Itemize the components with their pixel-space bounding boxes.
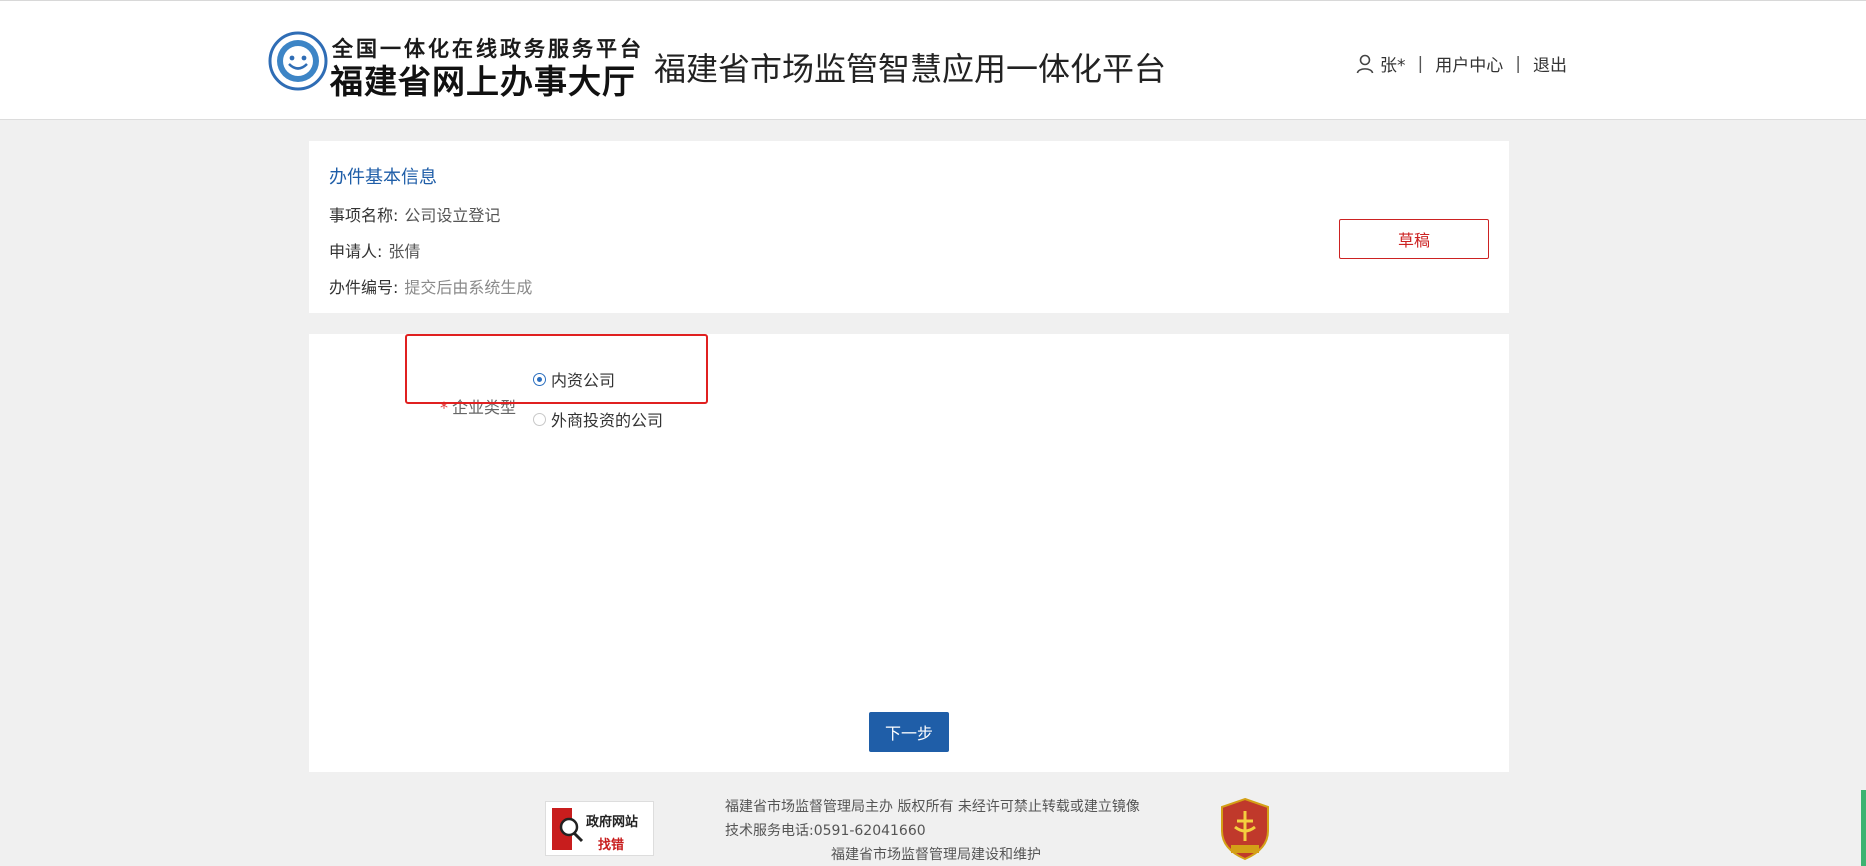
radio-domestic-label[interactable]: 内资公司 xyxy=(551,367,615,391)
enterprise-type-label-text: 企业类型 xyxy=(452,398,517,417)
logout-link[interactable]: 退出 xyxy=(1533,51,1567,76)
case-number-label: 办件编号: xyxy=(329,278,399,297)
badge-text-find-error: 找错 xyxy=(598,838,625,853)
case-info-card: 办件基本信息 事项名称: 公司设立登记 申请人: 张倩 办件编号: 提交后由系统生成 … xyxy=(309,141,1509,313)
footer-service-phone: 技术服务电话:0591-62041660 xyxy=(725,823,926,839)
scrollbar-accent[interactable] xyxy=(1861,790,1866,866)
applicant-row: 申请人: 张倩 xyxy=(329,238,420,262)
nav-separator: | xyxy=(1417,53,1424,74)
enterprise-type-form: * 企业类型 内资公司 外商投资的公司 下一步 xyxy=(309,334,1509,772)
badge-text-gov-site: 政府网站 xyxy=(586,815,639,830)
footer-copyright: 福建省市场监督管理局主办 版权所有 未经许可禁止转载或建立镜像 xyxy=(725,799,1140,815)
user-name[interactable]: 张* xyxy=(1380,51,1406,76)
party-government-organ-emblem-icon[interactable] xyxy=(1218,797,1272,861)
gov-service-emblem-icon xyxy=(268,31,328,91)
user-nav: 张* | 用户中心 | 退出 xyxy=(1356,51,1567,76)
applicant-value: 张倩 xyxy=(388,242,421,261)
radio-unchecked-icon[interactable] xyxy=(533,412,546,426)
required-mark: * xyxy=(440,398,448,417)
top-header: 全国一体化在线政务服务平台 福建省网上办事大厅 福建省市场监管智慧应用一体化平台… xyxy=(0,0,1866,120)
footer-maintainer: 福建省市场监督管理局建设和维护 xyxy=(831,847,1041,863)
next-step-button[interactable]: 下一步 xyxy=(869,712,949,752)
item-name-label: 事项名称: xyxy=(329,206,399,225)
draft-button[interactable]: 草稿 xyxy=(1339,219,1489,259)
logo-bottom-text: 福建省网上办事大厅 xyxy=(330,62,636,101)
user-center-link[interactable]: 用户中心 xyxy=(1435,51,1503,76)
case-number-value: 提交后由系统生成 xyxy=(404,278,533,297)
gov-site-error-report-badge[interactable]: 政府网站 找错 xyxy=(545,801,654,856)
user-icon xyxy=(1356,54,1374,73)
item-name-value: 公司设立登记 xyxy=(404,206,501,225)
enterprise-type-label: * 企业类型 xyxy=(440,394,516,418)
radio-foreign-label[interactable]: 外商投资的公司 xyxy=(551,407,663,431)
case-info-title: 办件基本信息 xyxy=(329,167,437,188)
platform-title: 福建省市场监管智慧应用一体化平台 xyxy=(654,50,1167,88)
magnifier-icon xyxy=(552,808,584,850)
case-number-row: 办件编号: 提交后由系统生成 xyxy=(329,274,532,298)
nav-separator: | xyxy=(1515,53,1521,74)
radio-domestic-company[interactable]: 内资公司 xyxy=(533,367,615,391)
item-name-row: 事项名称: 公司设立登记 xyxy=(329,202,500,226)
radio-checked-icon[interactable] xyxy=(533,372,546,386)
applicant-label: 申请人: xyxy=(329,242,383,261)
radio-foreign-invested-company[interactable]: 外商投资的公司 xyxy=(533,407,663,431)
